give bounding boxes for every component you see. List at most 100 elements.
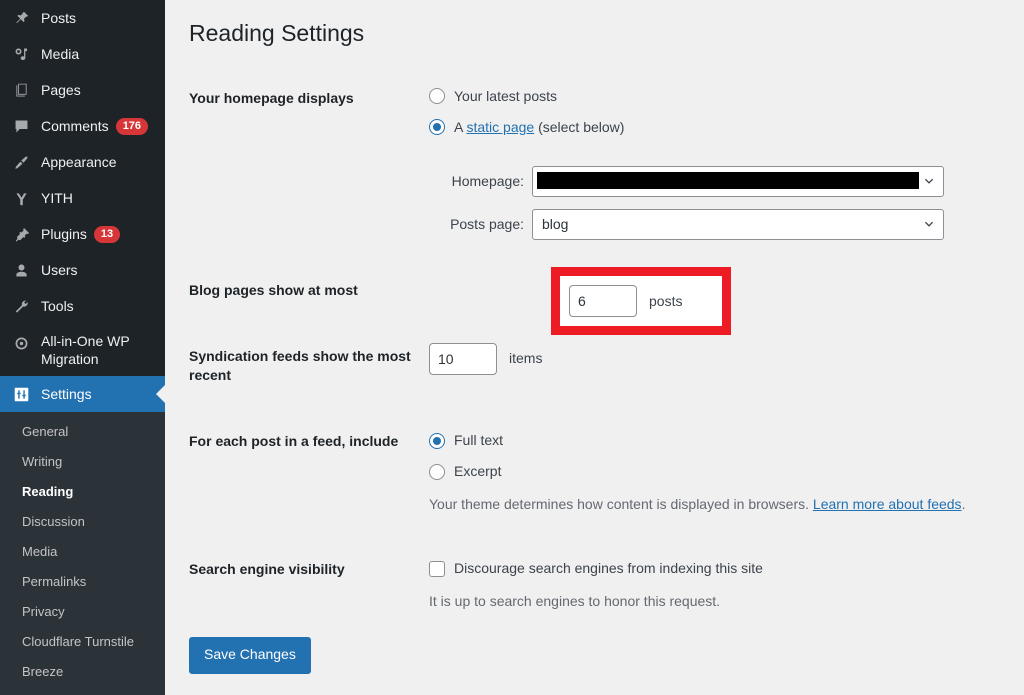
paintbrush-icon <box>10 152 32 172</box>
sidebar-item-label: YITH <box>41 190 73 206</box>
submit-area: Save Changes <box>189 637 1024 674</box>
syndication-input-row: items <box>429 342 989 375</box>
main-content: Reading Settings Your homepage displays … <box>165 0 1024 695</box>
wrench-icon <box>10 296 32 316</box>
plug-icon <box>10 224 32 244</box>
radio-label-static-suffix: (select below) <box>534 118 625 135</box>
sidebar-item-comments[interactable]: Comments 176 <box>0 108 165 144</box>
submenu-item-privacy[interactable]: Privacy <box>0 597 165 627</box>
learn-more-about-feeds-link[interactable]: Learn more about feeds <box>813 496 962 512</box>
sidebar-item-label: Comments <box>41 118 109 134</box>
sidebar-item-label: Media <box>41 46 80 62</box>
reading-settings-form: Your homepage displays Your latest posts… <box>189 71 999 627</box>
syndication-unit: items <box>509 350 543 367</box>
submenu-item-writing[interactable]: Writing <box>0 447 165 477</box>
search-visibility-description: It is up to search engines to honor this… <box>429 593 721 610</box>
sidebar-item-label: Posts <box>41 10 77 26</box>
discourage-search-engines-label: Discourage search engines from indexing … <box>454 560 763 577</box>
sidebar-item-label: Plugins <box>41 226 87 242</box>
submenu-item-permalinks[interactable]: Permalinks <box>0 567 165 597</box>
radio-option-excerpt[interactable]: Excerpt <box>429 461 989 482</box>
page-title: Reading Settings <box>189 20 365 46</box>
redaction-bar <box>537 171 919 189</box>
posts-page-select-row: Posts page: blog <box>429 208 989 240</box>
row-homepage-displays: Your homepage displays Your latest posts… <box>189 71 999 255</box>
sidebar-item-label: Appearance <box>41 154 117 170</box>
plugins-count-badge: 13 <box>93 225 121 243</box>
sidebar-item-tools[interactable]: Tools <box>0 288 165 324</box>
sidebar-item-media[interactable]: Media <box>0 36 165 72</box>
chevron-down-icon <box>924 179 934 185</box>
wordpress-admin-screen: Posts Media Pages Comments 176 Appearanc… <box>0 0 1024 695</box>
discourage-search-engines-checkbox[interactable] <box>429 560 445 577</box>
row-search-engine-visibility: Search engine visibility Discourage sear… <box>189 530 999 627</box>
submenu-item-general[interactable]: General <box>0 417 165 447</box>
label-search-engine-visibility: Search engine visibility <box>189 561 345 578</box>
radio-label-full-text: Full text <box>454 432 504 449</box>
posts-page-select[interactable]: blog <box>532 208 944 240</box>
migration-icon <box>10 333 32 353</box>
comment-icon <box>10 116 32 136</box>
homepage-select-label: Homepage: <box>451 172 524 189</box>
sidebar-item-settings[interactable]: Settings <box>0 376 165 412</box>
sidebar-item-label: All-in-One WP Migration <box>41 333 130 367</box>
static-page-link[interactable]: static page <box>466 119 534 135</box>
radio-static-page[interactable] <box>429 119 445 136</box>
radio-full-text[interactable] <box>429 432 445 449</box>
syndication-input[interactable] <box>429 342 497 375</box>
pushpin-icon <box>10 8 32 28</box>
sidebar-item-label: Tools <box>41 298 74 314</box>
comments-count-badge: 176 <box>115 117 149 135</box>
sidebar-item-plugins[interactable]: Plugins 13 <box>0 216 165 252</box>
sidebar-item-label: Users <box>41 262 78 278</box>
settings-submenu: General Writing Reading Discussion Media… <box>0 412 165 695</box>
submenu-item-discussion[interactable]: Discussion <box>0 507 165 537</box>
feed-desc-suffix: . <box>961 496 966 513</box>
sidebar-item-label: Settings <box>41 386 92 402</box>
sidebar-item-users[interactable]: Users <box>0 252 165 288</box>
settings-sliders-icon <box>10 384 32 404</box>
radio-latest-posts[interactable] <box>429 88 445 105</box>
posts-page-select-label: Posts page: <box>450 215 524 232</box>
feed-desc-prefix: Your theme determines how content is dis… <box>429 496 813 513</box>
current-menu-arrow-icon <box>156 385 165 403</box>
label-blog-pages-show-at-most: Blog pages show at most <box>189 281 358 298</box>
radio-excerpt[interactable] <box>429 463 445 480</box>
radio-label-excerpt: Excerpt <box>454 463 502 480</box>
media-icon <box>10 44 32 64</box>
submenu-item-media[interactable]: Media <box>0 537 165 567</box>
radio-option-latest-posts[interactable]: Your latest posts <box>429 86 989 107</box>
radio-option-static-page[interactable]: A static page (select below) <box>429 117 989 138</box>
homepage-select-row: Homepage: <box>429 165 989 197</box>
homepage-select[interactable] <box>532 165 944 197</box>
user-icon <box>10 260 32 280</box>
feed-include-description: Your theme determines how content is dis… <box>429 494 989 515</box>
sidebar-item-posts[interactable]: Posts <box>0 0 165 36</box>
label-feed-include: For each post in a feed, include <box>189 433 399 450</box>
blog-pages-input-visible[interactable] <box>569 285 637 317</box>
blog-pages-input-row-highlighted: posts <box>569 285 682 317</box>
yith-icon <box>10 188 32 208</box>
label-homepage-displays: Your homepage displays <box>189 89 354 106</box>
radio-option-full-text[interactable]: Full text <box>429 430 989 451</box>
sidebar-item-label: Pages <box>41 82 81 98</box>
chevron-down-icon <box>924 222 934 228</box>
pages-icon <box>10 80 32 100</box>
submenu-item-reading[interactable]: Reading <box>0 477 165 507</box>
submenu-item-cloudflare-turnstile[interactable]: Cloudflare Turnstile <box>0 627 165 657</box>
blog-pages-unit-visible: posts <box>649 293 683 309</box>
discourage-search-engines-row[interactable]: Discourage search engines from indexing … <box>429 558 989 579</box>
posts-page-select-value: blog <box>542 215 569 232</box>
radio-label-static-prefix: A <box>454 118 467 135</box>
sidebar-item-appearance[interactable]: Appearance <box>0 144 165 180</box>
row-feed-include: For each post in a feed, include Full te… <box>189 404 999 530</box>
row-syndication-feeds: Syndication feeds show the most recent i… <box>189 325 999 404</box>
sidebar-item-yith[interactable]: YITH <box>0 180 165 216</box>
submenu-item-breeze[interactable]: Breeze <box>0 657 165 687</box>
radio-label-latest-posts: Your latest posts <box>454 87 557 104</box>
sidebar-item-all-in-one-wp-migration[interactable]: All-in-One WP Migration <box>0 324 165 376</box>
sidebar-item-pages[interactable]: Pages <box>0 72 165 108</box>
label-syndication-feeds: Syndication feeds show the most recent <box>189 347 411 384</box>
admin-sidebar: Posts Media Pages Comments 176 Appearanc… <box>0 0 165 695</box>
save-changes-button[interactable]: Save Changes <box>189 637 311 674</box>
